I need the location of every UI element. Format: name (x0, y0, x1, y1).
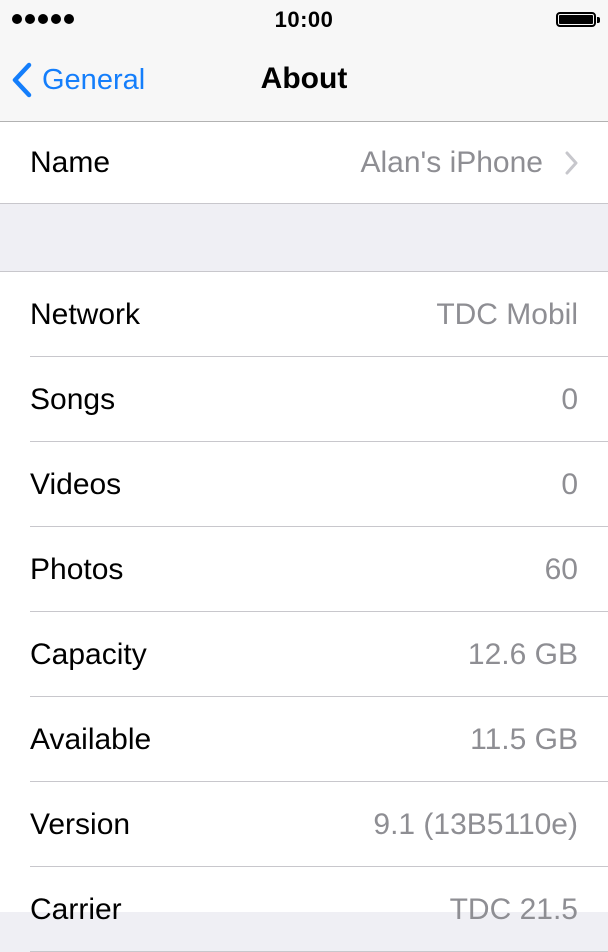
info-row-value: 0 (561, 467, 578, 501)
info-list: Network TDC Mobil Songs 0 Videos 0 Photos 60 Cap… (0, 272, 608, 952)
info-row-label: Version (30, 807, 131, 841)
status-time: 10:00 (274, 7, 334, 32)
name-row[interactable]: Name Alan's iPhone (0, 122, 608, 203)
info-row-value: 11.5 GB (470, 722, 578, 756)
info-row-value: TDC Mobil (436, 297, 578, 331)
info-row-capacity: Capacity 12.6 GB (0, 612, 608, 697)
info-row-label: Network (30, 297, 141, 331)
navigation-bar: General About (0, 40, 608, 122)
info-row-value: 60 (544, 552, 578, 586)
page-title: About (260, 62, 348, 95)
info-section: Network TDC Mobil Songs 0 Videos 0 Photos 60 Cap… (0, 271, 608, 952)
info-row-network: Network TDC Mobil (0, 272, 608, 357)
battery-icon (556, 12, 600, 27)
info-row-value: 0 (561, 382, 578, 416)
info-row-label: Carrier (30, 892, 122, 926)
status-bar: 10:00 (0, 0, 608, 40)
info-row-carrier: Carrier TDC 21.5 (0, 867, 608, 952)
name-row-value: Alan's iPhone (360, 145, 543, 179)
chevron-right-icon (565, 151, 578, 175)
info-row-value: 9.1 (13B5110e) (373, 807, 578, 841)
info-row-value: TDC 21.5 (449, 892, 578, 926)
info-row-songs: Songs 0 (0, 357, 608, 442)
info-row-videos: Videos 0 (0, 442, 608, 527)
info-row-label: Songs (30, 382, 116, 416)
name-row-label: Name (30, 145, 111, 179)
name-section: Name Alan's iPhone (0, 122, 608, 204)
info-row-photos: Photos 60 (0, 527, 608, 612)
info-row-available: Available 11.5 GB (0, 697, 608, 782)
info-row-label: Capacity (30, 637, 147, 671)
info-row-label: Photos (30, 552, 124, 586)
info-row-label: Videos (30, 467, 122, 501)
info-row-label: Available (30, 722, 152, 756)
info-row-value: 12.6 GB (467, 637, 578, 671)
info-row-version: Version 9.1 (13B5110e) (0, 782, 608, 867)
